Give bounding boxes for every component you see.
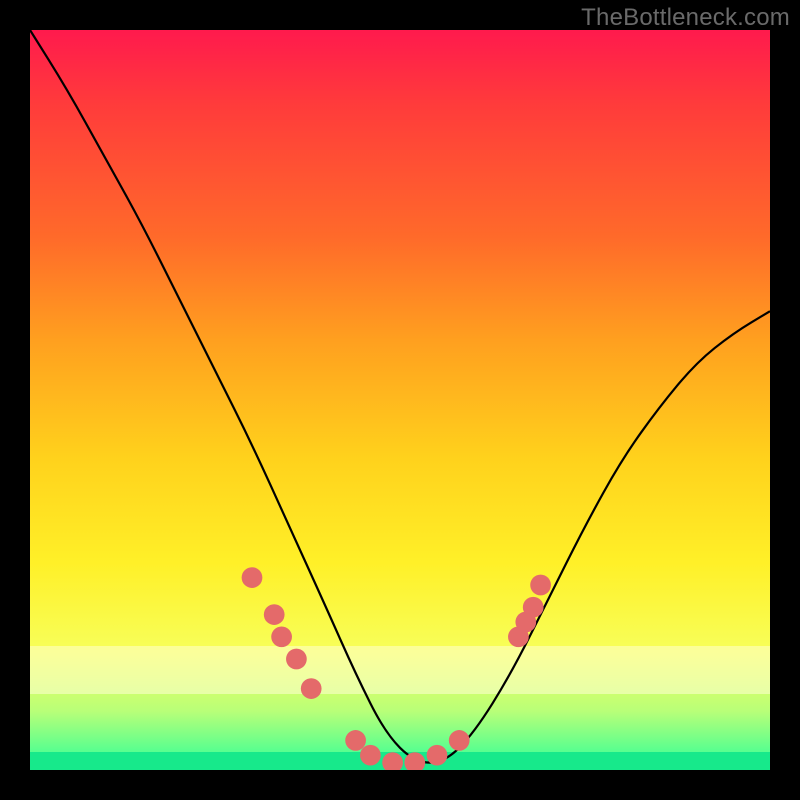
curve-marker	[345, 730, 366, 751]
curve-marker	[449, 730, 470, 751]
curve-marker	[427, 745, 448, 766]
plot-area	[30, 30, 770, 770]
curve-svg	[30, 30, 770, 770]
curve-marker	[382, 752, 403, 770]
curve-marker	[264, 604, 285, 625]
watermark-text: TheBottleneck.com	[581, 4, 790, 32]
curve-marker	[301, 678, 322, 699]
curve-marker	[271, 626, 292, 647]
curve-marker	[530, 575, 551, 596]
curve-marker	[242, 567, 263, 588]
marker-group	[242, 567, 551, 770]
curve-marker	[360, 745, 381, 766]
bottleneck-curve	[30, 30, 770, 763]
chart-frame: TheBottleneck.com	[0, 0, 800, 800]
curve-marker	[286, 649, 307, 670]
curve-marker	[523, 597, 544, 618]
